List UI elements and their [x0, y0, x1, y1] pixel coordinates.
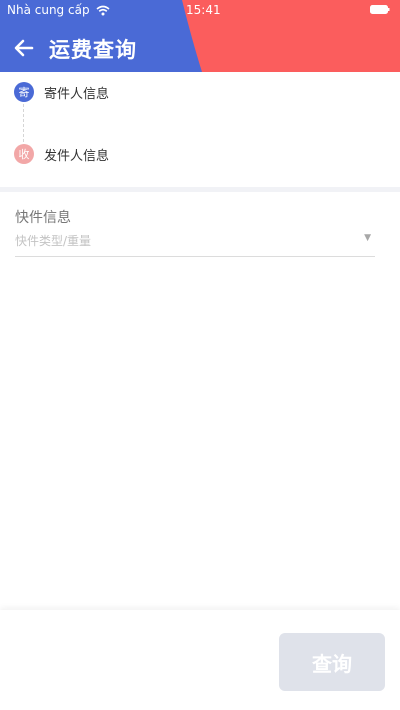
- sender-info-row[interactable]: 寄 寄件人信息: [14, 82, 109, 102]
- sender-info-label: 寄件人信息: [44, 86, 110, 102]
- receiver-info-row[interactable]: 收 发件人信息: [14, 144, 109, 164]
- receiver-info-label: 发件人信息: [44, 148, 110, 164]
- sender-badge: 寄: [14, 82, 34, 102]
- header-bar: Nhà cung cấp 15:41 运费查询: [0, 0, 400, 72]
- status-carrier: Nhà cung cấp: [7, 3, 110, 17]
- receiver-badge: 收: [14, 144, 34, 164]
- carrier-text: Nhà cung cấp: [7, 3, 90, 17]
- query-button[interactable]: 查询: [279, 633, 385, 691]
- bottom-action-bar: 查询: [0, 610, 400, 710]
- battery-icon: [370, 5, 390, 14]
- section-divider: [0, 187, 400, 192]
- package-type-weight-select[interactable]: 快件类型/重量 ▼: [15, 232, 375, 257]
- wifi-icon: [96, 5, 110, 15]
- status-time: 15:41: [186, 3, 221, 17]
- dropdown-arrow-icon: ▼: [364, 233, 371, 243]
- address-connector-line: [23, 104, 24, 142]
- back-arrow-icon[interactable]: [13, 37, 35, 59]
- page-title: 运费查询: [49, 38, 137, 62]
- package-type-weight-placeholder: 快件类型/重量: [15, 234, 92, 248]
- package-section-title: 快件信息: [15, 210, 71, 226]
